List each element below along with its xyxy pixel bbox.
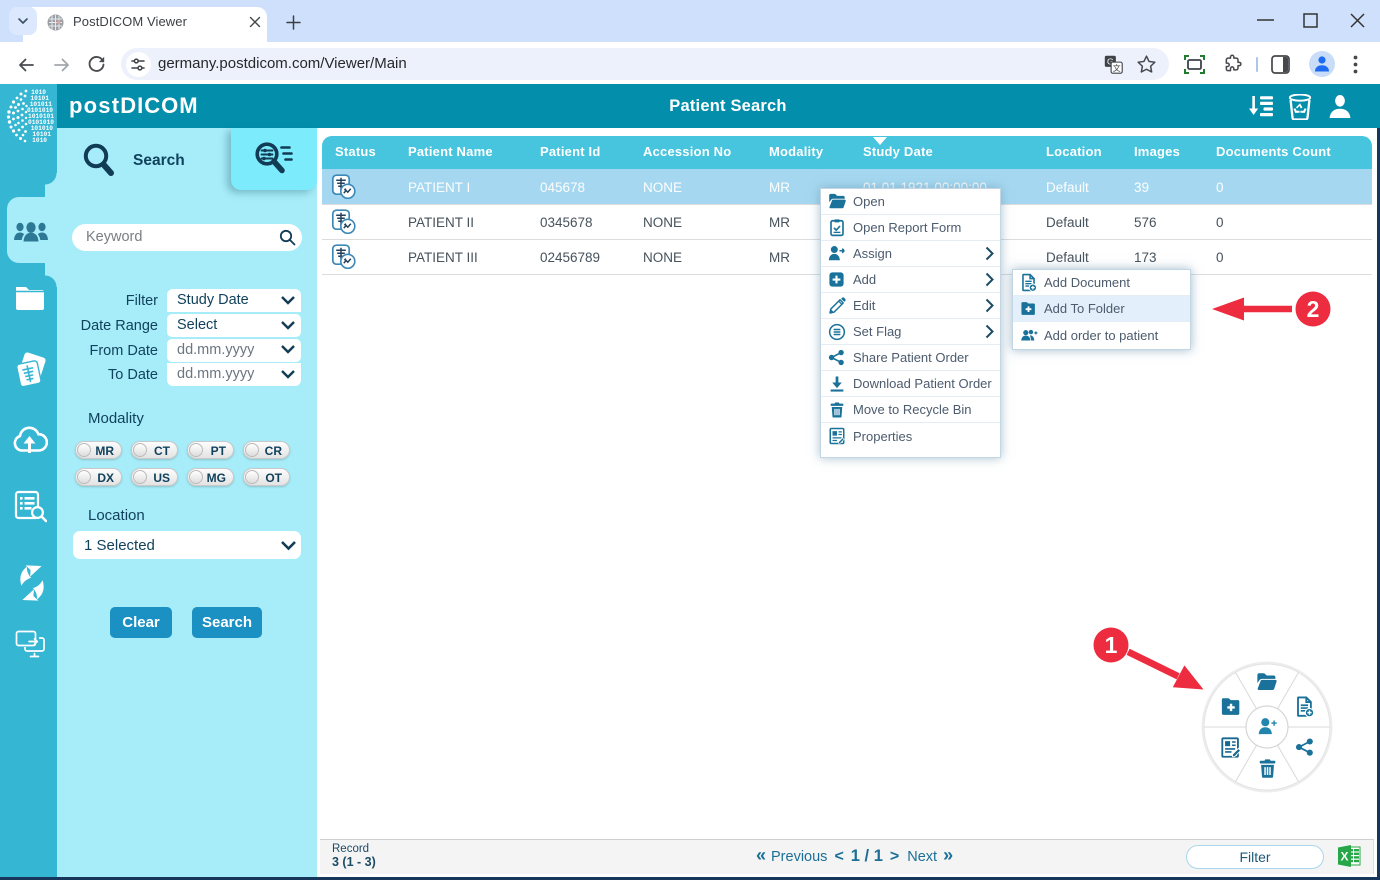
svg-text:X: X [1340,850,1348,864]
svg-text:1: 1 [1105,632,1118,658]
svg-text:2: 2 [1307,296,1320,322]
svg-text:文: 文 [1113,63,1121,73]
svg-text:1010: 1010 [32,137,47,144]
